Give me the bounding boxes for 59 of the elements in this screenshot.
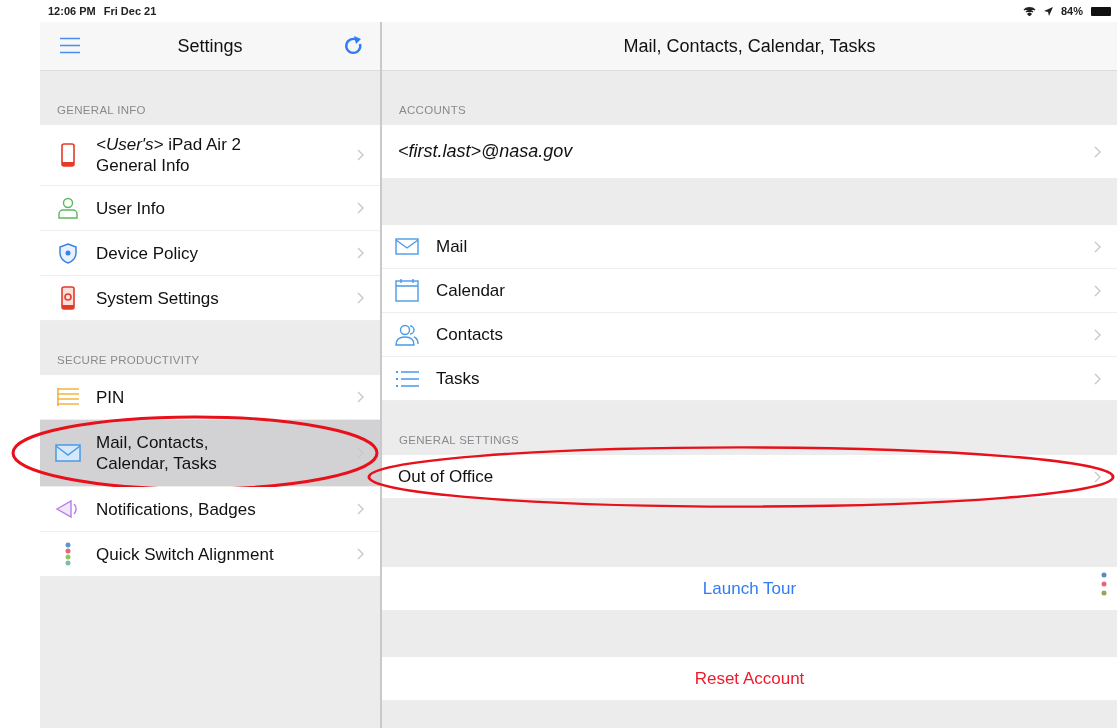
sidebar-item[interactable]: Mail, Contacts, Calendar, Tasks <box>40 420 380 487</box>
item-label: Device Policy <box>96 242 200 264</box>
item-label: PIN <box>96 386 126 408</box>
wifi-icon <box>1022 6 1036 16</box>
sidebar-title: Settings <box>177 35 243 57</box>
battery-icon <box>1091 6 1111 16</box>
item-label: System Settings <box>96 287 220 309</box>
phone-icon <box>61 143 75 167</box>
chevron-icon <box>1094 145 1101 158</box>
battery-percent: 84% <box>1060 5 1083 17</box>
dots-icon <box>65 542 71 566</box>
chevron-icon <box>357 149 364 161</box>
chevron-icon <box>357 292 364 304</box>
section-header: GENERAL SETTINGS <box>399 434 520 446</box>
speaker-icon <box>56 499 80 519</box>
status-date: Fri Dec 21 <box>103 5 157 17</box>
chevron-icon <box>1094 328 1101 341</box>
row-label: Mail <box>435 236 469 257</box>
item-label: <User's> iPad Air 2 <box>96 134 242 155</box>
chevron-icon <box>357 503 364 515</box>
menu-icon[interactable] <box>60 37 80 54</box>
item-sublabel: General Info <box>96 155 191 176</box>
row-label: Calendar <box>435 280 506 301</box>
envelope-icon <box>55 444 81 462</box>
item-label: Mail, Contacts, <box>96 432 210 453</box>
person-icon <box>57 197 79 219</box>
section-header: GENERAL INFO <box>57 104 146 116</box>
chevron-icon <box>357 247 364 259</box>
chevron-icon <box>357 391 364 403</box>
section-header: SECURE PRODUCTIVITY <box>57 354 200 366</box>
list-icon <box>395 369 419 388</box>
chevron-icon <box>1094 372 1101 385</box>
list-icon <box>56 387 80 407</box>
section-header: ACCOUNTS <box>399 104 466 116</box>
row-label: Tasks <box>435 368 481 389</box>
row-label: Out of Office <box>397 466 495 487</box>
location-icon <box>1043 6 1053 16</box>
calendar-icon <box>395 279 419 302</box>
shield-icon <box>59 242 77 264</box>
row-label: Contacts <box>435 324 505 345</box>
action-label: Launch Tour <box>702 578 797 599</box>
item-label: Quick Switch Alignment <box>96 543 275 565</box>
sidebar-item[interactable]: Notifications, Badges <box>40 487 380 532</box>
item-label: Notifications, Badges <box>96 498 257 520</box>
item-sublabel: Calendar, Tasks <box>96 453 218 474</box>
envelope-icon <box>395 238 419 255</box>
chevron-icon <box>357 202 364 214</box>
chevron-icon <box>1094 240 1101 253</box>
status-time: 12:06 PM <box>48 5 96 17</box>
account-email: <first.last>@nasa.gov <box>397 141 574 162</box>
phone-icon <box>61 286 75 310</box>
item-label: User Info <box>96 197 166 219</box>
refresh-icon[interactable] <box>344 35 364 57</box>
chevron-icon <box>357 548 364 560</box>
action-label: Reset Account <box>694 668 805 689</box>
chevron-icon <box>1094 470 1101 483</box>
chevron-icon <box>1094 284 1101 297</box>
detail-title: Mail, Contacts, Calendar, Tasks <box>623 35 876 57</box>
people-icon <box>395 323 419 346</box>
